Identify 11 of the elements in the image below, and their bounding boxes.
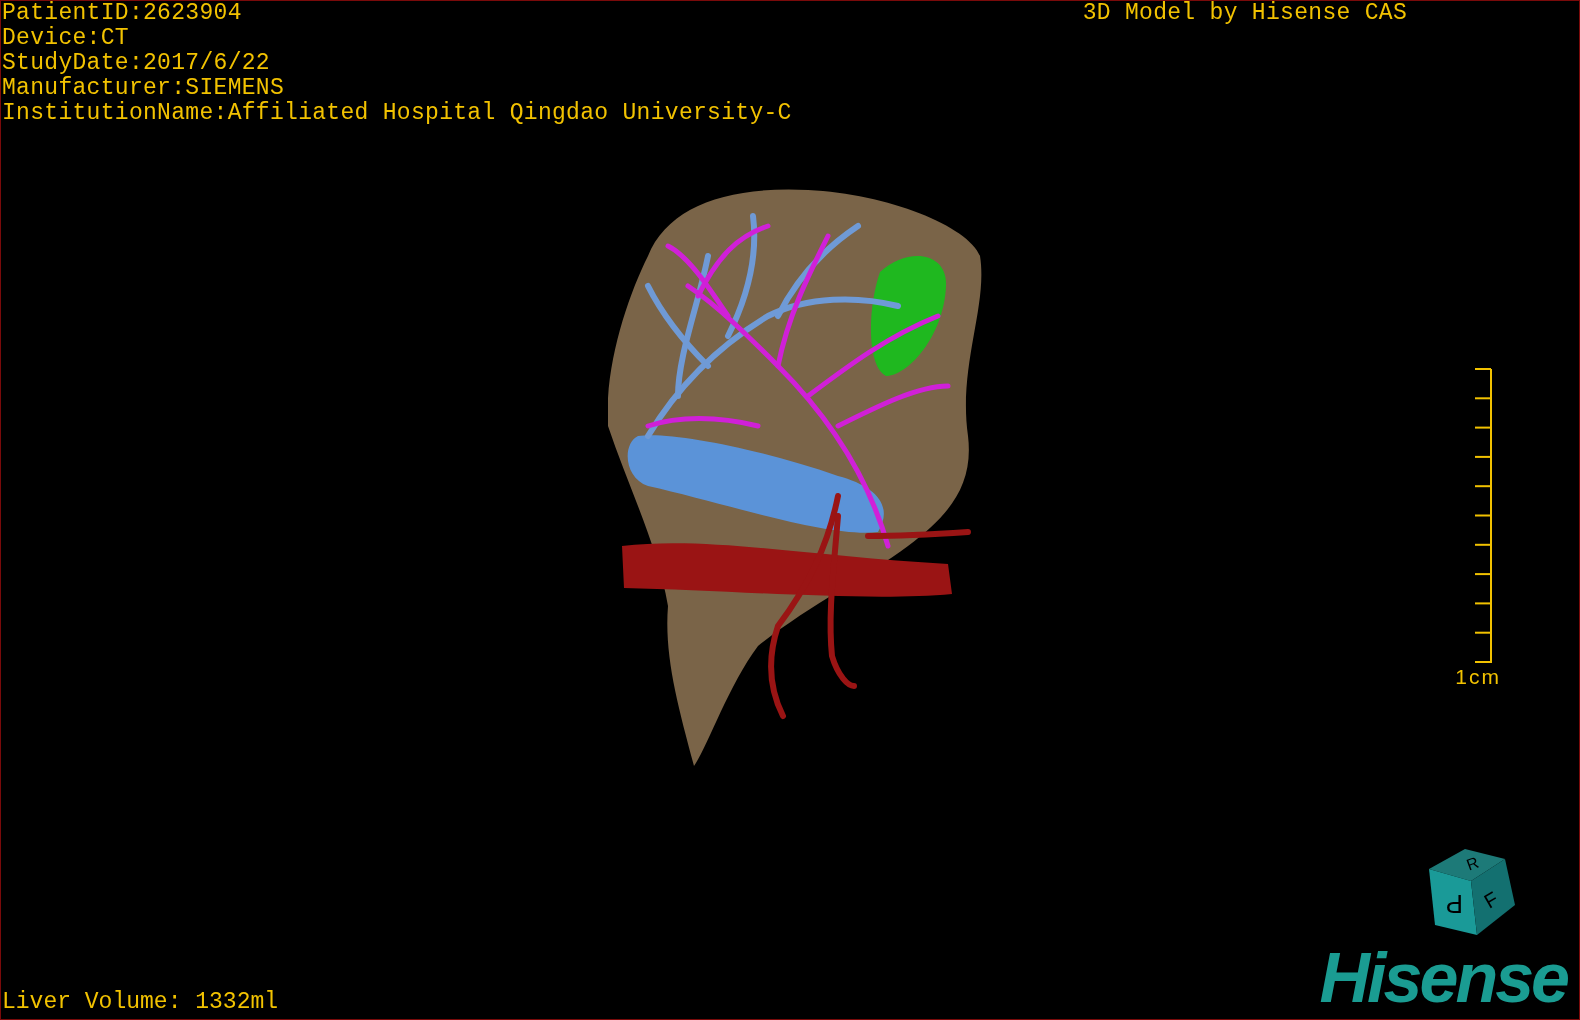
patient-info-line: PatientID:2623904	[2, 1, 243, 26]
patient-info-line: InstitutionName:Affiliated Hospital Qingdao University-C	[2, 101, 792, 126]
viewport[interactable]: PatientID:2623904 Device:CT StudyDate:2017/6/22 Manufacturer:SIEMENS InstitutionName:Affiliated Hospital Qingdao University-C 3D Model by Hisense CAS 1cm Liver Volume: 1332ml R P F Hisense	[0, 0, 1580, 1020]
logo: Hisense	[1319, 943, 1567, 1013]
patient-info-line: Device:CT	[2, 26, 130, 51]
patient-info-line: Manufacturer:SIEMENS	[2, 76, 286, 101]
orientation-cube[interactable]: R P F	[1425, 845, 1519, 937]
model-credit: 3D Model by Hisense CAS	[1082, 1, 1407, 28]
liver-volume: Liver Volume: 1332ml	[2, 990, 279, 1015]
patient-info-line: StudyDate:2017/6/22	[2, 51, 271, 76]
scale-label: 1cm	[1455, 666, 1501, 688]
